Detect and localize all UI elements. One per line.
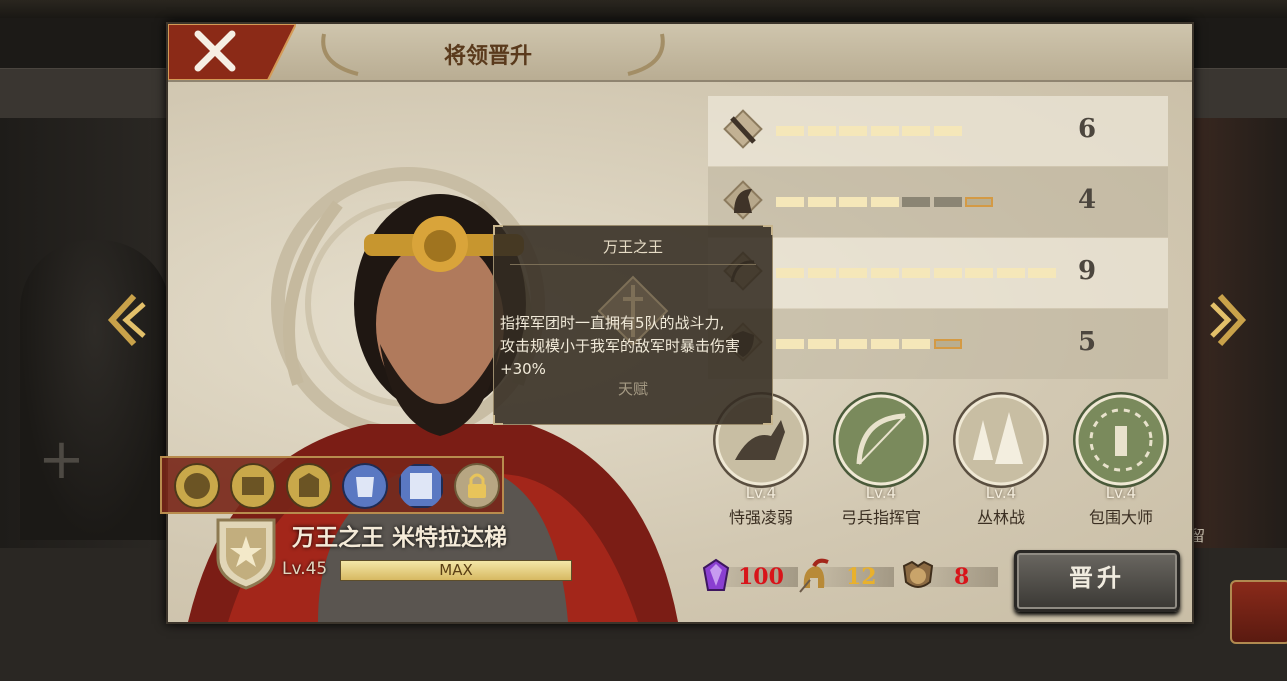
tooltip-corner bbox=[763, 225, 773, 235]
equipment-badges-row bbox=[160, 456, 504, 514]
lion-medal-icon bbox=[902, 560, 934, 588]
skill-name: 恃强凌弱 bbox=[728, 508, 793, 527]
stat-segment bbox=[807, 197, 836, 207]
stat-segment bbox=[965, 197, 993, 207]
stat-segment bbox=[839, 268, 867, 278]
stat-segment bbox=[902, 268, 930, 278]
stat-segment bbox=[776, 339, 804, 349]
stat-row-cavalry: 4 bbox=[708, 167, 1168, 237]
attribute-panel: 6 4 9 5 bbox=[708, 96, 1168, 380]
level-bar-label: MAX bbox=[439, 561, 473, 579]
stat-segment bbox=[933, 268, 962, 278]
cavalry-value: 4 bbox=[1078, 185, 1097, 215]
promotion-dialog: 将领晋升 6 4 9 5 Lv.4 恃强凌弱 Lv.4 弓兵指挥官 Lv.4 丛… bbox=[160, 22, 1194, 624]
fortress-badge-icon[interactable] bbox=[230, 463, 276, 509]
stat-segment bbox=[870, 197, 899, 207]
tooltip-description-line: 指挥军团时一直拥有5队的战斗力, bbox=[500, 314, 725, 332]
skill-name: 包围大师 bbox=[1088, 508, 1153, 527]
left-panel-band bbox=[0, 68, 170, 120]
next-hero-arrow-icon[interactable] bbox=[1208, 290, 1250, 350]
longbow-icon bbox=[833, 392, 929, 488]
tooltip-description-line: 攻击规模小于我军的敌军时暴击伤害 bbox=[500, 337, 741, 355]
skill-archer-commander[interactable]: Lv.4 弓兵指挥官 bbox=[826, 390, 936, 540]
maple-leaf-button[interactable] bbox=[1230, 580, 1287, 644]
stat-segment bbox=[776, 197, 804, 207]
cost-gems: 100 bbox=[698, 558, 798, 594]
hero-level-progress-bar: MAX bbox=[340, 560, 572, 581]
purple-gem-icon bbox=[702, 558, 730, 591]
tooltip-corner bbox=[493, 225, 503, 235]
stat-row-defense: 5 bbox=[708, 309, 1168, 379]
stat-segment bbox=[839, 126, 867, 136]
skill-name: 丛林战 bbox=[976, 508, 1025, 527]
tooltip-title: 万王之王 bbox=[602, 238, 663, 256]
hero-level: Lv.45 bbox=[282, 559, 328, 579]
archery-value: 9 bbox=[1078, 256, 1097, 286]
close-button[interactable] bbox=[168, 24, 296, 80]
right-panel-band bbox=[1185, 68, 1287, 120]
stat-segment bbox=[933, 339, 962, 349]
stat-segment bbox=[902, 197, 930, 207]
skill-jungle-war[interactable]: Lv.4 丛林战 bbox=[946, 390, 1056, 540]
promote-button-label: 晋升 bbox=[1069, 564, 1125, 592]
skill-name: 弓兵指挥官 bbox=[840, 508, 921, 527]
cost-helmets: 12 bbox=[796, 558, 896, 594]
encircle-soldiers-icon bbox=[1073, 392, 1169, 488]
skill-level: Lv.4 bbox=[1105, 484, 1137, 502]
stat-segment bbox=[933, 197, 962, 207]
talent-label: 天赋 bbox=[617, 380, 648, 398]
stat-segment bbox=[839, 197, 867, 207]
stat-segment bbox=[965, 268, 993, 278]
stat-segment bbox=[870, 339, 899, 349]
skill-level: Lv.4 bbox=[865, 484, 897, 502]
stat-segment bbox=[1028, 268, 1056, 278]
tooltip-corner bbox=[763, 415, 773, 425]
skill-level: Lv.4 bbox=[985, 484, 1017, 502]
skill-encircle-master[interactable]: Lv.4 包围大师 bbox=[1066, 390, 1176, 540]
horse-head-icon bbox=[723, 180, 763, 220]
stat-row-archery: 9 bbox=[708, 238, 1168, 308]
defense-value: 5 bbox=[1078, 327, 1097, 357]
spartan-helmet-icon bbox=[799, 558, 829, 593]
armor-badge-icon[interactable] bbox=[342, 463, 388, 509]
stat-segment bbox=[776, 268, 804, 278]
stat-segment bbox=[870, 268, 899, 278]
stat-segment bbox=[933, 126, 962, 136]
stat-segment bbox=[807, 268, 836, 278]
previous-hero-arrow-icon[interactable] bbox=[104, 290, 146, 350]
helmet-cost-value: 12 bbox=[846, 564, 877, 590]
locked-hero-silhouette bbox=[20, 240, 170, 540]
attack-value: 6 bbox=[1078, 114, 1097, 144]
stat-segment bbox=[776, 126, 804, 136]
lock-icon[interactable] bbox=[454, 463, 500, 509]
stat-row-attack: 6 bbox=[708, 96, 1168, 166]
star-shield-icon bbox=[216, 518, 276, 590]
dialog-title-bar: 将领晋升 bbox=[168, 24, 1192, 82]
medal-cost-value: 8 bbox=[954, 564, 970, 590]
sword-icon bbox=[723, 109, 763, 149]
stat-segment bbox=[807, 126, 836, 136]
tooltip-corner bbox=[493, 415, 503, 425]
stat-segment bbox=[839, 339, 867, 349]
gate-badge-icon[interactable] bbox=[286, 463, 332, 509]
promote-button[interactable]: 晋升 bbox=[1014, 550, 1180, 612]
helmet-badge-icon[interactable] bbox=[174, 463, 220, 509]
banner-badge-icon[interactable] bbox=[398, 463, 444, 509]
add-hero-icon[interactable]: + bbox=[38, 432, 85, 488]
tooltip-description: 指挥军团时一直拥有5队的战斗力, 攻击规模小于我军的敌军时暴击伤害 +30% bbox=[500, 312, 770, 381]
stat-segment bbox=[807, 339, 836, 349]
forest-icon bbox=[953, 392, 1049, 488]
tooltip-divider bbox=[510, 264, 756, 265]
skill-level: Lv.4 bbox=[745, 484, 777, 502]
talent-tooltip: 万王之王 指挥军团时一直拥有5队的战斗力, 攻击规模小于我军的敌军时暴击伤害 +… bbox=[493, 225, 773, 425]
stat-segment bbox=[902, 126, 930, 136]
hero-name: 万王之王 米特拉达梯 bbox=[292, 525, 508, 551]
gem-cost-value: 100 bbox=[738, 564, 784, 590]
stat-segment bbox=[902, 339, 930, 349]
stat-segment bbox=[996, 268, 1025, 278]
top-resource-bar bbox=[0, 0, 1287, 18]
cost-medals: 8 bbox=[900, 558, 1000, 594]
stat-segment bbox=[870, 126, 899, 136]
